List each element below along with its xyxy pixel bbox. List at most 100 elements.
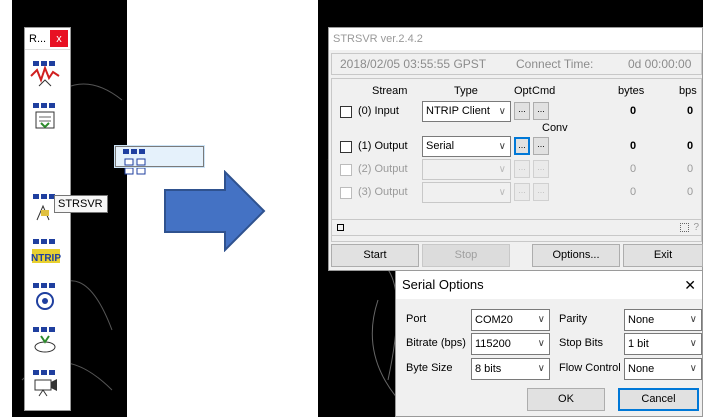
flow-control-value: None bbox=[628, 363, 655, 375]
stream-label: (3) Output bbox=[358, 186, 408, 198]
bitrate-select[interactable]: 115200 ∨ bbox=[471, 333, 550, 355]
rtkvideo-icon[interactable] bbox=[29, 368, 63, 398]
ok-button[interactable]: OK bbox=[527, 388, 605, 411]
opt-button[interactable]: ... bbox=[514, 102, 530, 120]
chevron-down-icon: ∨ bbox=[537, 363, 545, 374]
connect-time-label: Connect Time: bbox=[516, 57, 594, 71]
stream-checkbox[interactable] bbox=[340, 141, 352, 153]
port-label: Port bbox=[406, 313, 427, 325]
opt-button[interactable]: ... bbox=[514, 160, 530, 178]
opt-button[interactable]: ... bbox=[514, 183, 530, 201]
monitor-bar: ? bbox=[331, 219, 702, 236]
stream-row-output1: (1) Output Serial ∨ ... ... 0 0 bbox=[332, 136, 703, 158]
type-select[interactable]: Serial ∨ bbox=[422, 136, 511, 157]
cmd-button[interactable]: ... bbox=[533, 102, 549, 120]
bps-value: 0 bbox=[687, 163, 694, 175]
rtkget-icon[interactable] bbox=[29, 325, 63, 355]
parity-label: Parity bbox=[559, 313, 588, 325]
close-icon[interactable]: x bbox=[50, 30, 68, 47]
close-icon[interactable]: ✕ bbox=[684, 271, 696, 299]
conv-button[interactable]: ... bbox=[533, 183, 549, 201]
bytesize-value: 8 bits bbox=[475, 363, 502, 375]
chevron-down-icon: ∨ bbox=[689, 363, 697, 374]
header-bytes: bytes bbox=[618, 85, 645, 97]
flow-control-label: Flow Control bbox=[559, 362, 621, 374]
type-select[interactable]: NTRIP Client ∨ bbox=[422, 101, 511, 122]
launcher-title: R... bbox=[29, 32, 47, 45]
port-value: COM20 bbox=[475, 314, 513, 326]
bps-value: 0 bbox=[687, 186, 694, 198]
serial-title: Serial Options bbox=[402, 277, 484, 292]
chevron-down-icon: ∨ bbox=[498, 141, 506, 152]
chevron-down-icon: ∨ bbox=[498, 187, 506, 198]
bytesize-label: Byte Size bbox=[406, 362, 453, 374]
options-button[interactable]: Options... bbox=[532, 244, 620, 267]
stopbits-value: 1 bit bbox=[628, 338, 649, 350]
conv-button[interactable]: ... bbox=[533, 137, 549, 155]
stream-label: (1) Output bbox=[358, 140, 408, 152]
start-button[interactable]: Start bbox=[331, 244, 419, 267]
bytesize-select[interactable]: 8 bits ∨ bbox=[471, 358, 550, 380]
header-stream: Stream bbox=[372, 85, 408, 97]
rtklaunch-window: R... x NTRIP bbox=[24, 27, 205, 411]
chevron-down-icon: ∨ bbox=[689, 314, 697, 325]
stream-row-input0: (0) Input NTRIP Client ∨ ... ... 0 0 bbox=[332, 101, 703, 123]
bytes-value: 0 bbox=[630, 186, 637, 198]
monitor-indicator-icon[interactable] bbox=[337, 224, 344, 231]
strsvr-window: STRSVR ver.2.4.2 2018/02/05 03:55:55 GPS… bbox=[328, 27, 703, 271]
header-bps: bps bbox=[679, 85, 697, 97]
stream-row-output3: (3) Output ∨ ... ... 0 0 bbox=[332, 182, 703, 204]
stream-label: (0) Input bbox=[358, 105, 399, 117]
rtkplot-icon[interactable] bbox=[29, 58, 63, 88]
bitrate-label: Bitrate (bps) bbox=[406, 337, 466, 349]
stream-row-output2: (2) Output ∨ ... ... 0 0 bbox=[332, 159, 703, 181]
stopbits-select[interactable]: 1 bit ∨ bbox=[624, 333, 702, 355]
bytes-value: 0 bbox=[630, 105, 637, 117]
parity-value: None bbox=[628, 314, 655, 326]
stream-checkbox[interactable] bbox=[340, 187, 352, 199]
ntrip-browser-icon[interactable]: NTRIP bbox=[29, 237, 63, 267]
cancel-button[interactable]: Cancel bbox=[618, 388, 699, 411]
rtkconv-icon[interactable] bbox=[29, 101, 63, 131]
launcher-title-bar: R... x bbox=[25, 28, 70, 50]
bytes-value: 0 bbox=[630, 140, 637, 152]
chevron-down-icon: ∨ bbox=[537, 314, 545, 325]
resize-grip-icon[interactable] bbox=[680, 223, 689, 232]
stopbits-label: Stop Bits bbox=[559, 337, 604, 349]
flow-control-select[interactable]: None ∨ bbox=[624, 358, 702, 380]
right-arrow-icon bbox=[164, 170, 266, 252]
bps-value: 0 bbox=[687, 105, 694, 117]
chevron-down-icon: ∨ bbox=[689, 338, 697, 349]
opt-button[interactable]: ... bbox=[514, 137, 530, 155]
bytes-value: 0 bbox=[630, 163, 637, 175]
chevron-down-icon: ∨ bbox=[498, 106, 506, 117]
type-select[interactable]: ∨ bbox=[422, 182, 511, 203]
strsvr-title: STRSVR ver.2.4.2 bbox=[329, 28, 702, 50]
stream-panel: Stream Type Opt Cmd bytes bps (0) Input … bbox=[331, 78, 702, 242]
strsvr-icon[interactable] bbox=[114, 145, 205, 175]
ntrip-icon-text: NTRIP bbox=[31, 253, 61, 264]
chevron-down-icon: ∨ bbox=[498, 164, 506, 175]
port-select[interactable]: COM20 ∨ bbox=[471, 309, 550, 331]
chevron-down-icon: ∨ bbox=[537, 338, 545, 349]
serial-title-bar: Serial Options ✕ bbox=[396, 271, 702, 299]
stream-checkbox[interactable] bbox=[340, 106, 352, 118]
rtknavi-icon[interactable] bbox=[29, 281, 63, 311]
header-cmd: Cmd bbox=[532, 85, 556, 97]
connect-time-value: 0d 00:00:00 bbox=[628, 57, 692, 71]
stream-checkbox[interactable] bbox=[340, 164, 352, 176]
stop-button[interactable]: Stop bbox=[422, 244, 510, 267]
type-value: NTRIP Client bbox=[426, 105, 490, 117]
header-opt: Opt bbox=[514, 85, 532, 97]
parity-select[interactable]: None ∨ bbox=[624, 309, 702, 331]
help-icon[interactable]: ? bbox=[693, 222, 699, 233]
stream-label: (2) Output bbox=[358, 163, 408, 175]
conv-button[interactable]: ... bbox=[533, 160, 549, 178]
bitrate-value: 115200 bbox=[475, 338, 511, 350]
type-value: Serial bbox=[426, 140, 455, 152]
header-conv: Conv bbox=[542, 122, 568, 134]
header-type: Type bbox=[454, 85, 478, 97]
status-bar: 2018/02/05 03:55:55 GPST Connect Time: 0… bbox=[331, 53, 702, 75]
type-select[interactable]: ∨ bbox=[422, 159, 511, 180]
exit-button[interactable]: Exit bbox=[623, 244, 703, 267]
